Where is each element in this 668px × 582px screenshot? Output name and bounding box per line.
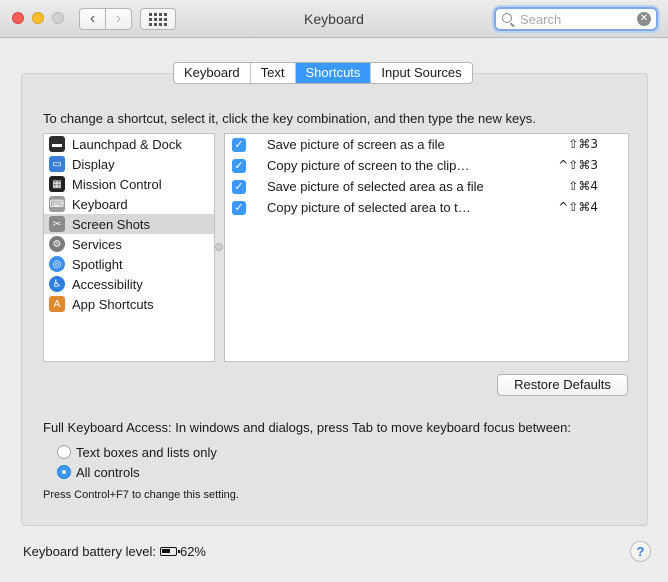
shortcut-list: ✓ Save picture of screen as a file ⇧⌘3 ✓…	[224, 133, 629, 362]
display-icon: ▭	[49, 156, 65, 172]
shortcut-checkbox[interactable]: ✓	[232, 180, 246, 194]
shortcut-row[interactable]: ✓ Copy picture of selected area to t… ^⇧…	[225, 197, 628, 218]
tab-bar: Keyboard Text Shortcuts Input Sources	[173, 62, 473, 84]
battery-value: 62%	[179, 544, 206, 559]
shortcut-label: Save picture of screen as a file	[267, 137, 445, 152]
shortcut-keys[interactable]: ⇧⌘4	[568, 179, 598, 193]
category-item-launchpad-dock[interactable]: ▬ Launchpad & Dock	[44, 134, 214, 154]
radio-label: Text boxes and lists only	[76, 444, 217, 460]
category-item-accessibility[interactable]: ♿ Accessibility	[44, 274, 214, 294]
category-label: Launchpad & Dock	[72, 136, 182, 152]
title-bar: ‹ › Keyboard ✕	[0, 0, 668, 38]
category-label: Keyboard	[72, 196, 128, 212]
tab-input-sources[interactable]: Input Sources	[371, 63, 472, 83]
keyboard-access-hint: Press Control+F7 to change this setting.	[43, 489, 239, 501]
restore-defaults-button[interactable]: Restore Defaults	[497, 374, 628, 396]
instructions-text: To change a shortcut, select it, click t…	[43, 111, 536, 126]
category-label: App Shortcuts	[72, 296, 154, 312]
tab-shortcuts[interactable]: Shortcuts	[295, 63, 372, 83]
tab-keyboard[interactable]: Keyboard	[174, 63, 251, 83]
radio-button[interactable]	[57, 465, 71, 479]
clear-search-icon[interactable]: ✕	[637, 12, 651, 26]
category-label: Spotlight	[72, 256, 123, 272]
category-label: Screen Shots	[72, 216, 151, 232]
shortcut-keys[interactable]: ⇧⌘3	[568, 137, 598, 151]
category-item-keyboard[interactable]: ⌨ Keyboard	[44, 194, 214, 214]
radio-label: All controls	[76, 464, 140, 480]
radio-button[interactable]	[57, 445, 71, 459]
app-shortcuts-icon: A	[49, 296, 65, 312]
shortcut-label: Copy picture of selected area to t…	[267, 200, 471, 215]
shortcut-checkbox[interactable]: ✓	[232, 159, 246, 173]
category-list: ▬ Launchpad & Dock ▭ Display ▦ Mission C…	[43, 133, 215, 362]
search-field[interactable]: ✕	[494, 7, 658, 31]
shortcut-label: Save picture of selected area as a file	[267, 179, 484, 194]
category-label: Display	[72, 156, 115, 172]
question-mark-icon: ?	[636, 544, 645, 559]
category-item-display[interactable]: ▭ Display	[44, 154, 214, 174]
shortcut-label: Copy picture of screen to the clip…	[267, 158, 470, 173]
battery-icon	[159, 547, 180, 556]
category-item-app-shortcuts[interactable]: A App Shortcuts	[44, 294, 214, 314]
split-view-resize-handle[interactable]	[215, 243, 223, 251]
shortcut-keys[interactable]: ^⇧⌘3	[558, 158, 598, 172]
shortcut-keys[interactable]: ^⇧⌘4	[558, 200, 598, 214]
help-button[interactable]: ?	[630, 541, 651, 562]
category-item-mission-control[interactable]: ▦ Mission Control	[44, 174, 214, 194]
full-keyboard-access-label: Full Keyboard Access: In windows and dia…	[43, 420, 571, 435]
shortcut-checkbox[interactable]: ✓	[232, 201, 246, 215]
category-label: Accessibility	[72, 276, 143, 292]
radio-text-boxes-lists[interactable]: Text boxes and lists only	[57, 444, 217, 460]
launchpad-dock-icon: ▬	[49, 136, 65, 152]
spotlight-icon: ◎	[49, 256, 65, 272]
shortcut-checkbox[interactable]: ✓	[232, 138, 246, 152]
mission-control-icon: ▦	[49, 176, 65, 192]
shortcut-row[interactable]: ✓ Copy picture of screen to the clip… ^⇧…	[225, 155, 628, 176]
accessibility-icon: ♿	[49, 276, 65, 292]
shortcut-row[interactable]: ✓ Save picture of screen as a file ⇧⌘3	[225, 134, 628, 155]
screenshot-icon: ✂	[49, 216, 65, 232]
battery-label: Keyboard battery level:	[23, 544, 156, 559]
search-icon	[502, 13, 512, 23]
battery-status: Keyboard battery level: 62%	[23, 544, 206, 559]
category-label: Mission Control	[72, 176, 162, 192]
shortcut-row[interactable]: ✓ Save picture of selected area as a fil…	[225, 176, 628, 197]
tab-text[interactable]: Text	[250, 63, 296, 83]
category-item-spotlight[interactable]: ◎ Spotlight	[44, 254, 214, 274]
gear-icon: ⚙	[49, 236, 65, 252]
category-item-screen-shots[interactable]: ✂ Screen Shots	[44, 214, 214, 234]
keyboard-icon: ⌨	[49, 196, 65, 212]
radio-all-controls[interactable]: All controls	[57, 464, 140, 480]
search-input[interactable]	[518, 11, 630, 28]
category-item-services[interactable]: ⚙ Services	[44, 234, 214, 254]
category-label: Services	[72, 236, 122, 252]
